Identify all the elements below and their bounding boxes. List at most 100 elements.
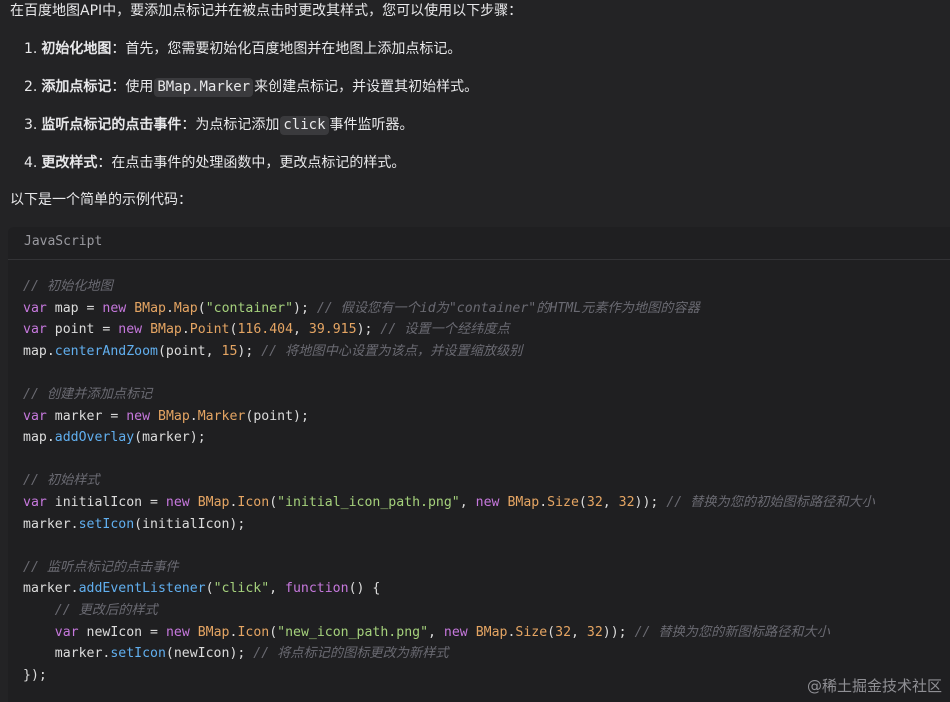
code-line: // 初始化地图 — [23, 276, 875, 298]
watermark: @稀土掘金技术社区 — [806, 677, 942, 695]
code-token: new — [126, 408, 151, 424]
code-token: // 设置一个经纬度点 — [380, 322, 510, 338]
code-token: newIcon = — [78, 624, 166, 640]
code-token: BMap — [158, 408, 190, 424]
code-token: () { — [348, 581, 381, 597]
code-token: var — [54, 624, 79, 640]
code-token: 116.404 — [237, 322, 294, 338]
code-block[interactable]: JavaScript // 初始化地图 var map = new BMap.Ma… — [8, 227, 950, 702]
code-line: // 监听点标记的点击事件 — [23, 557, 875, 579]
code-token: BMap — [507, 494, 540, 510]
code-token: 32 — [586, 624, 603, 640]
step-text-pre: ：使用 — [111, 79, 154, 95]
code-token: ( — [578, 494, 587, 510]
intro-text: 在百度地图API中，要添加点标记并在被点击时更改其样式，您可以使用以下步骤： — [10, 3, 523, 19]
step-number: 2. — [24, 79, 38, 95]
code-line: var newIcon = new BMap.Icon("new_icon_pa… — [23, 622, 875, 644]
code-token: , — [459, 494, 476, 510]
code-token: addEventListener — [78, 581, 206, 597]
code-token: "click" — [213, 581, 270, 597]
code-block-header: JavaScript — [8, 227, 950, 260]
code-token: . — [189, 408, 198, 424]
step-text: ：在点击事件的处理函数中，更改点标记的样式。 — [97, 155, 406, 171]
code-token: Icon — [237, 624, 270, 640]
code-token: // 替换为您的初始图标路径和大小 — [666, 494, 875, 510]
code-language-label: JavaScript — [24, 234, 103, 249]
code-line: marker.setIcon(initialIcon); — [23, 514, 875, 536]
code-token: centerAndZoom — [54, 343, 158, 359]
code-token: , — [602, 494, 619, 510]
step-item: 4. 更改样式：在点击事件的处理函数中，更改点标记的样式。 — [24, 154, 478, 173]
step-item: 3. 监听点标记的点击事件：为点标记添加 click 事件监听器。 — [24, 116, 478, 135]
code-content[interactable]: // 初始化地图 var map = new BMap.Map("containe… — [23, 276, 875, 686]
code-token: // 将地图中心设置为该点，并设置缩放级别 — [261, 343, 523, 359]
code-token: marker. — [23, 646, 111, 662]
code-token: BMap — [475, 624, 508, 640]
inline-code: BMap.Marker — [154, 78, 254, 97]
code-token: new — [118, 322, 143, 338]
code-token: )); — [634, 494, 667, 510]
code-token: ); — [237, 343, 262, 359]
code-token: // 替换为您的新图标路径和大小 — [634, 624, 830, 640]
code-token: setIcon — [110, 646, 166, 662]
code-token: ( — [197, 300, 206, 316]
code-token: ( — [269, 624, 278, 640]
code-token: (marker); — [134, 430, 206, 446]
code-token: marker = — [46, 408, 127, 424]
code-token: // 假设您有一个id为"container"的HTML元素作为地图的容器 — [316, 300, 700, 316]
code-token: // 创建并添加点标记 — [23, 386, 153, 402]
code-token: "initial_icon_path.png" — [277, 494, 460, 510]
step-text: ：首先，您需要初始化百度地图并在地图上添加点标记。 — [111, 41, 462, 57]
code-line: // 创建并添加点标记 — [23, 384, 875, 406]
code-token: function — [285, 581, 349, 597]
code-token: 32 — [555, 624, 572, 640]
code-token: . — [539, 494, 548, 510]
code-line: // 初始样式 — [23, 470, 875, 492]
code-token: // 初始化地图 — [23, 279, 113, 294]
code-token: new — [165, 494, 190, 510]
step-text-post: 事件监听器。 — [329, 117, 414, 133]
code-token: ( — [547, 624, 556, 640]
step-number: 3. — [24, 117, 38, 133]
code-token: addOverlay — [54, 430, 135, 446]
code-token: marker. — [23, 581, 79, 597]
code-token: // 初始样式 — [23, 473, 100, 489]
step-title: 更改样式 — [41, 155, 98, 171]
code-token: , — [571, 624, 587, 640]
chat-answer-view: 在百度地图API中，要添加点标记并在被点击时更改其样式，您可以使用以下步骤： 1… — [0, 0, 950, 702]
inline-code: click — [280, 116, 329, 135]
code-line: marker.setIcon(newIcon); // 将点标记的图标更改为新样… — [23, 643, 875, 665]
code-token: BMap — [197, 494, 230, 510]
code-token: 32 — [618, 494, 635, 510]
steps-list: 1. 初始化地图：首先，您需要初始化百度地图并在地图上添加点标记。 2. 添加点标记… — [24, 40, 478, 192]
code-token: BMap — [197, 624, 230, 640]
code-token: // 将点标记的图标更改为新样式 — [253, 646, 449, 662]
code-token: new — [475, 494, 500, 510]
code-token: Map — [173, 300, 198, 316]
code-token: map = — [46, 300, 103, 316]
code-token: var — [23, 408, 47, 424]
step-text-post: 来创建点标记，并设置其初始样式。 — [254, 79, 479, 95]
code-token: ); — [293, 300, 317, 316]
code-token: (point); — [245, 408, 309, 424]
code-token: )); — [602, 624, 635, 640]
code-token: "container" — [205, 300, 294, 316]
step-title: 添加点标记 — [41, 79, 112, 95]
code-line: map.addOverlay(marker); — [23, 427, 875, 449]
step-item: 2. 添加点标记：使用 BMap.Marker 来创建点标记，并设置其初始样式。 — [24, 78, 478, 97]
code-token: point = — [46, 322, 119, 338]
code-token: }); — [23, 667, 47, 683]
code-token: var — [23, 300, 47, 316]
code-token: . — [181, 322, 190, 338]
code-token: new — [443, 624, 468, 640]
code-token: . — [165, 300, 174, 316]
step-title: 监听点标记的点击事件 — [41, 117, 182, 133]
code-token: map. — [23, 430, 55, 446]
step-item: 1. 初始化地图：首先，您需要初始化百度地图并在地图上添加点标记。 — [24, 40, 478, 59]
